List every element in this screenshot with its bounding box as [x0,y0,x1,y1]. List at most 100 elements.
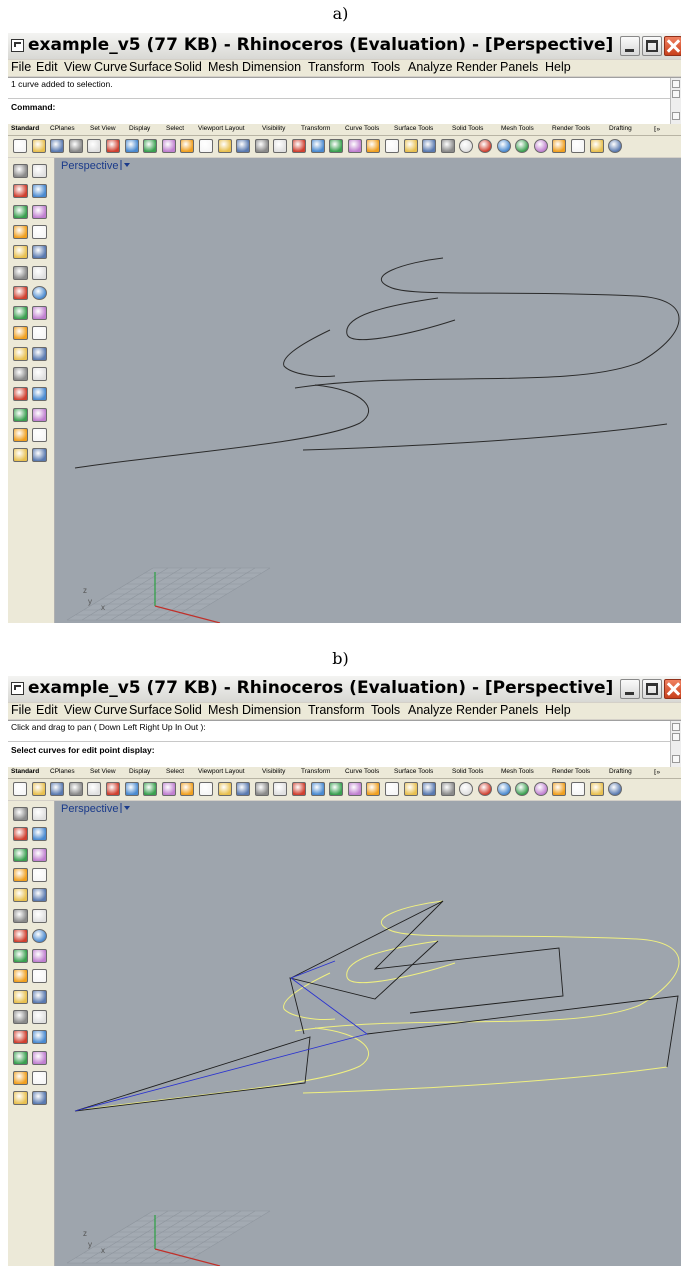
tab-curve-tools[interactable]: Curve Tools [345,125,379,132]
mirror-icon[interactable] [32,326,47,341]
point-icon[interactable] [32,807,47,821]
group-icon[interactable] [13,367,28,381]
undo-view-icon[interactable] [292,782,306,796]
tab-solid-tools[interactable]: Solid Tools [452,125,483,132]
move-icon[interactable] [13,346,28,361]
menu-edit[interactable]: Edit [36,60,58,74]
snap-icon[interactable] [385,139,399,153]
freeform-curve-icon[interactable] [32,888,47,903]
lock-icon[interactable] [422,782,437,796]
material-sphere-icon[interactable] [496,782,511,796]
move-icon[interactable] [13,989,28,1004]
circle-icon[interactable] [13,204,28,219]
command-prompt[interactable]: Select curves for edit point display: [11,745,155,755]
help-icon[interactable] [608,782,623,796]
tab-cplanes[interactable]: CPlanes [50,768,75,775]
extrude-icon[interactable] [13,949,28,964]
undo-icon[interactable] [161,139,176,153]
menu-dimension[interactable]: Dimension [242,703,301,717]
menu-panels[interactable]: Panels [500,60,538,74]
lock-icon[interactable] [422,139,437,153]
viewport-title[interactable]: Perspective [61,160,118,172]
ellipse-icon[interactable] [32,847,47,862]
control-curve-icon[interactable] [32,184,47,199]
boolean-icon[interactable] [13,969,28,984]
zoom-window-icon[interactable] [236,139,251,153]
render-icon[interactable] [13,448,28,463]
menu-view[interactable]: View [64,60,91,74]
orbit-icon[interactable] [366,782,381,796]
material-sphere-icon[interactable] [496,139,511,153]
menu-curve[interactable]: Curve [94,703,127,717]
rotate-view-icon[interactable] [199,782,213,796]
save-icon[interactable] [50,139,65,153]
menu-tools[interactable]: Tools [371,60,400,74]
viewport-scene[interactable]: z y x Perspective [55,158,681,623]
paste-icon[interactable] [143,139,158,153]
polyline-icon[interactable] [13,827,28,842]
control-curve-icon[interactable] [32,827,47,842]
command-prompt[interactable]: Command: [11,102,55,112]
ball-icon[interactable] [533,782,548,796]
arc-icon[interactable] [13,888,28,903]
perspective-viewport[interactable]: z y x Perspective [55,158,681,623]
rendered-sphere-icon[interactable] [515,782,530,796]
tab-display[interactable]: Display [129,768,150,775]
command-scrollbar[interactable] [670,78,681,124]
fillet-icon[interactable] [13,908,28,923]
box-icon[interactable] [13,928,28,943]
surface-icon[interactable] [32,949,47,964]
menu-solid[interactable]: Solid [174,60,202,74]
tab-mesh-tools[interactable]: Mesh Tools [501,768,534,775]
rotate-icon[interactable] [32,989,47,1004]
selected-curves[interactable] [74,900,680,1112]
close-button[interactable] [664,36,681,56]
rotate-icon[interactable] [32,346,47,361]
tab-surface-tools[interactable]: Surface Tools [394,768,433,775]
array-icon[interactable] [32,1010,47,1024]
zoom-selected-icon[interactable] [273,139,288,153]
pan-hand-icon[interactable] [180,139,195,153]
menu-help[interactable]: Help [545,60,571,74]
sphere-icon[interactable] [32,285,47,300]
open-icon[interactable] [31,139,46,153]
polygon-icon[interactable] [13,867,28,882]
pointer-icon[interactable] [552,139,567,153]
check-icon[interactable] [13,427,28,442]
offset-icon[interactable] [32,908,47,923]
menu-transform[interactable]: Transform [308,703,365,717]
tab-set-view[interactable]: Set View [90,768,116,775]
menu-render[interactable]: Render [456,703,497,717]
title-bar[interactable]: example_v5 (77 KB) - Rhinoceros (Evaluat… [8,676,681,702]
rotate-view-icon[interactable] [199,139,213,153]
menu-file[interactable]: File [11,703,31,717]
zoom-selected-icon[interactable] [273,782,288,796]
shade-icon[interactable] [347,782,362,796]
maximize-button[interactable] [642,36,662,56]
mirror-icon[interactable] [32,969,47,984]
tab-select[interactable]: Select [166,768,184,775]
tab-visibility[interactable]: Visibility [262,768,285,775]
print-icon[interactable] [68,139,83,153]
cut-icon[interactable] [106,139,120,153]
tab-render-tools[interactable]: Render Tools [552,768,590,775]
tab-select[interactable]: Select [166,125,184,132]
minimize-button[interactable] [620,36,640,56]
tab-display[interactable]: Display [129,125,150,132]
tab-visibility[interactable]: Visibility [262,125,285,132]
ball-icon[interactable] [533,139,548,153]
menu-surface[interactable]: Surface [129,703,172,717]
surface-icon[interactable] [32,306,47,321]
render-sphere-icon[interactable] [478,782,492,796]
menu-view[interactable]: View [64,703,91,717]
paste-icon[interactable] [143,782,158,796]
viewport-title[interactable]: Perspective [61,803,118,815]
menu-edit[interactable]: Edit [36,703,58,717]
shade-icon[interactable] [347,139,362,153]
layer-icon[interactable] [440,139,455,153]
menu-file[interactable]: File [11,60,31,74]
tab-curve-tools[interactable]: Curve Tools [345,768,379,775]
options-icon[interactable] [571,139,585,153]
tab-standard[interactable]: Standard [11,768,39,775]
save-icon[interactable] [50,782,65,796]
